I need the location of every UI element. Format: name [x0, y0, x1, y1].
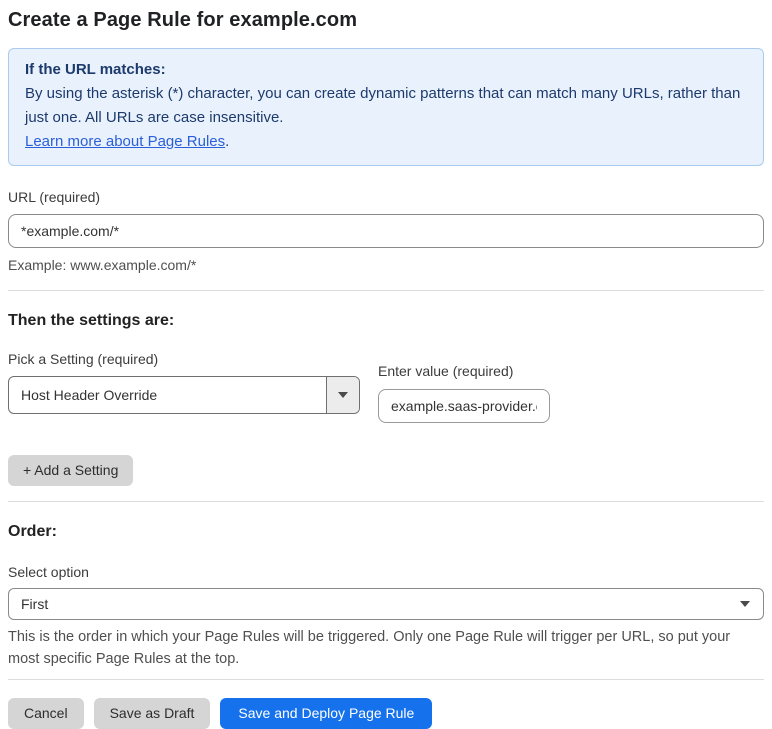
order-select-dropdown-area[interactable] [740, 601, 763, 607]
cancel-button[interactable]: Cancel [8, 698, 84, 729]
order-heading: Order: [8, 523, 57, 540]
url-section: URL (required) Example: www.example.com/… [8, 189, 764, 275]
setting-select-dropdown-button[interactable] [326, 377, 359, 413]
settings-row: Pick a Setting (required) Host Header Ov… [8, 351, 764, 423]
settings-section: Then the settings are: Pick a Setting (r… [8, 312, 764, 486]
link-suffix: . [225, 133, 230, 150]
order-section: Order: Select option First This is the o… [8, 523, 764, 670]
order-select[interactable]: First [8, 588, 764, 620]
order-helper-text: This is the order in which your Page Rul… [8, 629, 731, 667]
info-box-heading: If the URL matches: [25, 61, 166, 78]
value-label: Enter value (required) [378, 363, 514, 379]
setting-value-input[interactable] [378, 389, 550, 423]
url-input[interactable] [8, 214, 764, 248]
setting-picker-column: Pick a Setting (required) Host Header Ov… [8, 351, 360, 423]
setting-value-column: Enter value (required) [378, 363, 550, 423]
chevron-down-icon [338, 392, 348, 398]
divider [8, 679, 764, 680]
add-setting-button[interactable]: + Add a Setting [8, 455, 134, 486]
learn-more-link[interactable]: Learn more about Page Rules [25, 133, 225, 150]
url-match-info-box: If the URL matches: By using the asteris… [8, 48, 764, 166]
divider [8, 290, 764, 291]
save-deploy-button[interactable]: Save and Deploy Page Rule [220, 698, 433, 729]
url-helper-text: Example: www.example.com/* [8, 257, 197, 273]
divider [8, 501, 764, 502]
page-title: Create a Page Rule for example.com [8, 9, 358, 31]
url-label: URL (required) [8, 189, 101, 205]
info-box-link-line: Learn more about Page Rules. [25, 130, 747, 154]
setting-select[interactable]: Host Header Override [8, 376, 360, 414]
order-select-label: Select option [8, 564, 89, 580]
settings-heading: Then the settings are: [8, 312, 175, 329]
info-box-body: By using the asterisk (*) character, you… [25, 85, 741, 126]
footer-actions: Cancel Save as Draft Save and Deploy Pag… [8, 698, 764, 729]
setting-select-value: Host Header Override [21, 387, 158, 403]
setting-select-label: Pick a Setting (required) [8, 351, 159, 367]
order-select-value: First [21, 596, 49, 612]
save-draft-button[interactable]: Save as Draft [93, 698, 211, 729]
page-rule-form: Create a Page Rule for example.com If th… [0, 0, 772, 729]
chevron-down-icon [740, 601, 750, 607]
